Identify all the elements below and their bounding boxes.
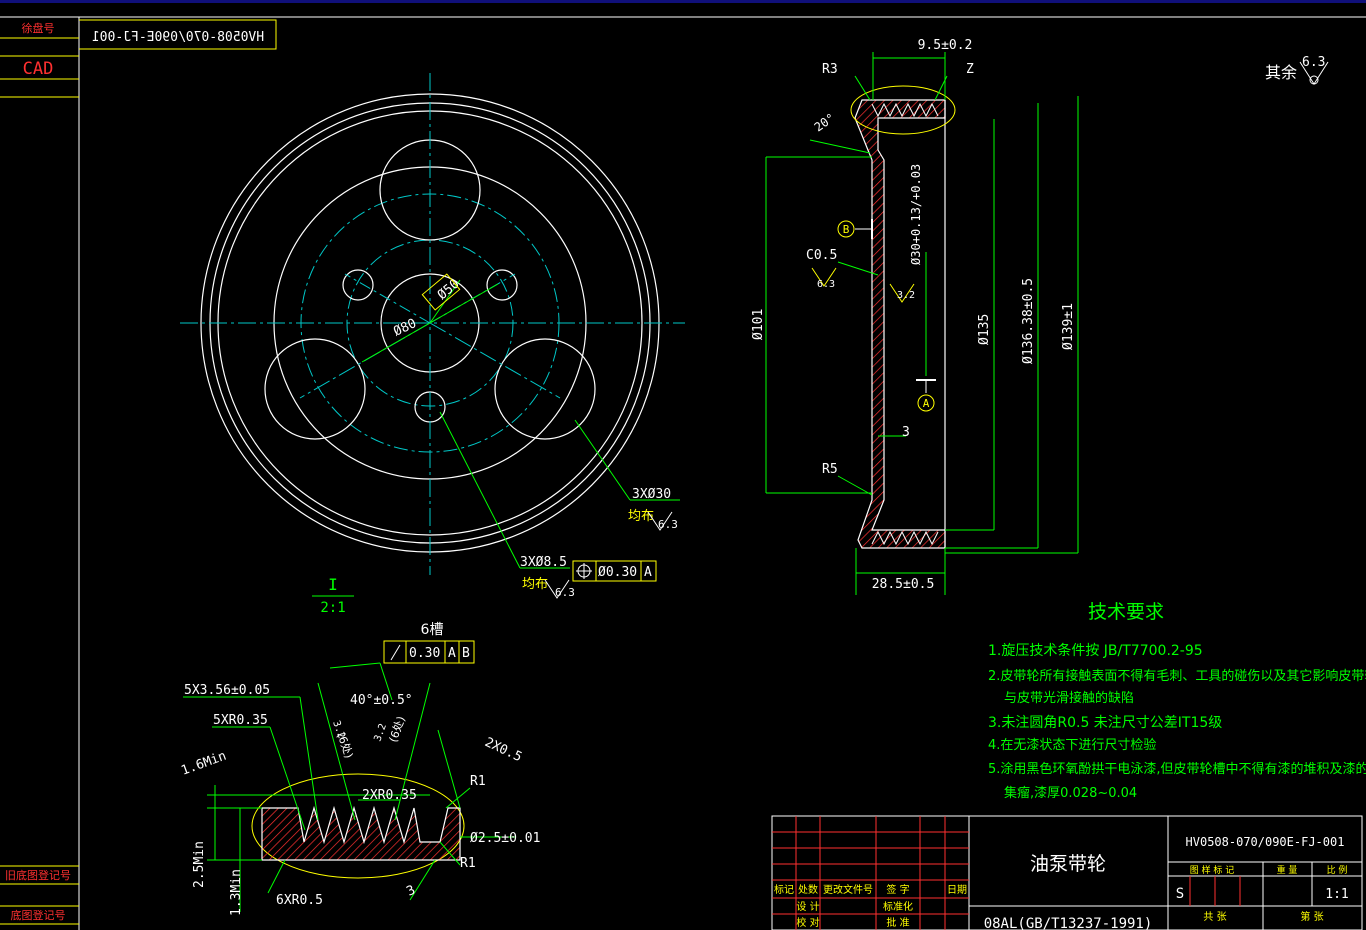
cad-drawing: 徐盘号 CAD 旧底图登记号 底图登记号 HV0508-070/090E-FJ-…: [0, 0, 1366, 930]
r1-top-label: R1: [470, 774, 486, 789]
requirements-title: 技术要求: [1088, 601, 1164, 623]
c05x2-label: 2X0.5: [482, 735, 524, 765]
grooves-label: 6槽: [421, 622, 444, 638]
c05-label: C0.5: [806, 248, 837, 263]
col-file: 更改文件号: [823, 883, 873, 896]
rough-right-note: (6处): [387, 715, 408, 744]
base-record-label: 底图登记号: [11, 908, 66, 922]
standard-label: 标准化: [883, 900, 913, 913]
weight-label: 重 量: [1277, 864, 1298, 876]
part-name: 油泵带轮: [1030, 853, 1106, 875]
detail-label: I: [328, 575, 338, 594]
r1-bottom-label: R1: [460, 856, 476, 871]
total-sheets: 共 张: [1203, 911, 1226, 923]
check-label: 校 对: [796, 916, 819, 929]
other-roughness-value: 6.3: [1302, 55, 1325, 70]
r5-label: R5: [822, 462, 838, 477]
col-mark: 标记: [774, 884, 794, 896]
mirrored-code: HV0508-070/090E-FJ-001: [92, 30, 264, 45]
tag-no-label: 徐盘号: [22, 21, 55, 35]
angle20-label: 20°: [812, 111, 838, 135]
detail-scale: 2:1: [320, 600, 345, 616]
overall-width: 28.5±0.5: [872, 577, 935, 592]
drawing-number: HV0508-070/090E-FJ-001: [1186, 835, 1345, 849]
runout-datum-b: B: [462, 646, 470, 661]
requirement-item: 1.旋压技术条件按 JB/T7700.2-95: [988, 642, 1203, 659]
pitch-label: 5X3.56±0.05: [184, 683, 270, 698]
d101-label: Ø101: [751, 309, 766, 340]
runout-tolerance: 0.30: [409, 646, 440, 661]
design-label: 设 计: [796, 900, 819, 913]
stage-mark: S: [1176, 886, 1184, 902]
requirement-item: 5.涂用黑色环氧酚拱干电泳漆,但皮带轮槽中不得有漆的堆积及漆的: [988, 761, 1366, 777]
r035x5-label: 5XR0.35: [213, 713, 268, 728]
d25-label: Ø2.5±0.01: [470, 831, 540, 846]
thickness-3: 3: [902, 425, 910, 440]
sheet-number: 第 张: [1300, 910, 1323, 923]
width-dim: 9.5±0.2: [918, 38, 973, 53]
position-datum: A: [644, 565, 652, 580]
holes30-label: 3XØ30: [632, 487, 671, 502]
position-tolerance: Ø0.30: [598, 565, 637, 580]
approve-label: 批 准: [886, 916, 909, 929]
d136-label: Ø136.38±0.5: [1021, 278, 1036, 364]
scale-value: 1:1: [1325, 887, 1348, 902]
datum-b: B: [843, 223, 850, 236]
z-label: Z: [966, 62, 974, 77]
angle-label: 40°±0.5°: [350, 693, 413, 708]
holes85-label: 3XØ8.5: [520, 555, 567, 570]
col-count: 处数: [798, 883, 818, 896]
r035x2-label: 2XR0.35: [362, 788, 417, 803]
h25-label: 2.5Min: [192, 841, 207, 888]
runout-datum-a: A: [448, 646, 456, 661]
front-view: [180, 73, 685, 575]
requirement-item: 2.皮带轮所有接触表面不得有毛刺、工具的碰伤以及其它影响皮带轮: [988, 668, 1366, 684]
material: 08AL(GB/T13237-1991): [984, 916, 1153, 930]
runout-icon: [390, 644, 401, 661]
title-block-headers: 标记 处数 更改文件号 签 字 日期 设 计 校 对 标准化 批 准: [774, 883, 967, 929]
requirement-item: 与皮带光滑接触的缺陷: [1004, 690, 1134, 706]
mirrored-code-box: HV0508-070/090E-FJ-001: [79, 19, 277, 50]
drawing-canvas: 徐盘号 CAD 旧底图登记号 底图登记号 HV0508-070/090E-FJ-…: [0, 0, 1366, 930]
requirement-item: 3.未注圆角R0.5 未注尺寸公差IT15级: [988, 715, 1222, 731]
window-top-bar: [0, 0, 1366, 3]
left-sidebar: [0, 37, 79, 925]
title-block-grid: [772, 816, 1241, 930]
old-record-label: 旧底图登记号: [5, 868, 71, 882]
dia80-label: Ø80: [391, 316, 419, 340]
c05-roughness: 6.3: [817, 279, 835, 290]
bore-label: Ø30+0.13/+0.03: [909, 164, 923, 265]
datum-a: A: [923, 397, 930, 410]
r05x6-label: 6XR0.5: [276, 893, 323, 908]
h13-label: 1.3Min: [229, 869, 244, 916]
d139-label: Ø139±1: [1061, 303, 1076, 350]
col-date: 日期: [947, 884, 967, 896]
bore-roughness: 3.2: [897, 290, 915, 301]
d135-label: Ø135: [977, 314, 992, 345]
cad-label: CAD: [23, 59, 54, 79]
r3-label: R3: [822, 62, 838, 77]
requirement-item: 4.在无漆状态下进行尺寸检验: [988, 737, 1156, 753]
min16-label: 1.6Min: [179, 749, 228, 779]
requirement-item: 集瘤,漆厚0.028~0.04: [1004, 785, 1137, 801]
scale-label: 比 例: [1327, 864, 1348, 876]
holes30-note: 均布: [628, 509, 654, 524]
col-sign: 签 字: [886, 883, 909, 896]
requirements-list: 1.旋压技术条件按 JB/T7700.2-95 2.皮带轮所有接触表面不得有毛刺…: [988, 642, 1366, 801]
stage-label: 图 样 标 记: [1190, 864, 1235, 876]
holes85-note: 均布: [522, 577, 548, 592]
other-roughness-label: 其余: [1265, 63, 1297, 82]
